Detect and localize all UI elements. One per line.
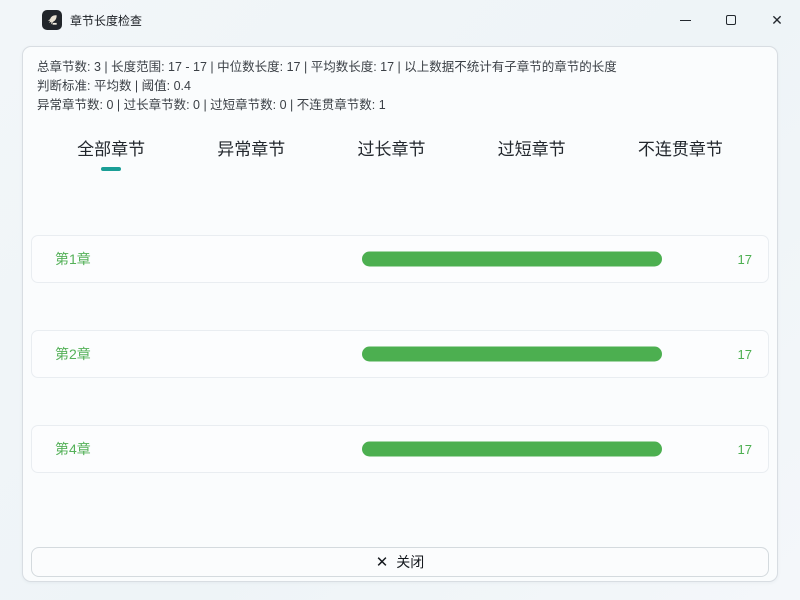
- chapter-name: 第4章: [55, 439, 91, 459]
- main-panel: 总章节数: 3 | 长度范围: 17 - 17 | 中位数长度: 17 | 平均…: [22, 46, 778, 582]
- window-title: 章节长度检查: [70, 12, 142, 29]
- tab-label: 不连贯章节: [638, 140, 723, 159]
- chapter-length-value: 17: [738, 252, 752, 267]
- tab-too-short-chapters[interactable]: 过短章节: [498, 131, 566, 171]
- chapter-name: 第2章: [55, 344, 91, 364]
- tab-too-long-chapters[interactable]: 过长章节: [357, 131, 425, 171]
- maximize-icon: [726, 15, 736, 25]
- length-bar-track: [362, 442, 662, 457]
- length-bar: [362, 252, 662, 267]
- titlebar: 章节长度检查 ✕: [0, 0, 800, 40]
- close-x-icon: ✕: [376, 555, 389, 570]
- chapter-row-1[interactable]: 第1章 17: [31, 235, 769, 283]
- chapter-length-value: 17: [738, 442, 752, 457]
- close-window-button[interactable]: ✕: [754, 0, 800, 40]
- tab-label: 全部章节: [77, 140, 145, 159]
- stats-line-totals: 总章节数: 3 | 长度范围: 17 - 17 | 中位数长度: 17 | 平均…: [37, 58, 763, 77]
- minimize-icon: [680, 20, 691, 21]
- tab-label: 异常章节: [217, 140, 285, 159]
- chapter-list: 第1章 17 第2章 17 第4章 17: [31, 235, 769, 473]
- tab-incoherent-chapters[interactable]: 不连贯章节: [638, 131, 723, 171]
- close-dialog-button[interactable]: ✕ 关闭: [31, 547, 769, 577]
- chapter-row-2[interactable]: 第2章 17: [31, 330, 769, 378]
- length-bar-track: [362, 347, 662, 362]
- app-icon: [42, 10, 62, 30]
- stats-line-criteria: 判断标准: 平均数 | 阈值: 0.4: [37, 77, 763, 96]
- bird-icon: [45, 13, 59, 27]
- length-bar: [362, 347, 662, 362]
- tab-all-chapters[interactable]: 全部章节: [77, 131, 145, 171]
- active-tab-indicator: [101, 167, 121, 171]
- stats-line-anomalies: 异常章节数: 0 | 过长章节数: 0 | 过短章节数: 0 | 不连贯章节数:…: [37, 96, 763, 115]
- chapter-length-value: 17: [738, 347, 752, 362]
- stats-summary: 总章节数: 3 | 长度范围: 17 - 17 | 中位数长度: 17 | 平均…: [23, 47, 777, 115]
- close-button-label: 关闭: [396, 552, 424, 572]
- window-controls: ✕: [662, 0, 800, 40]
- tab-abnormal-chapters[interactable]: 异常章节: [217, 131, 285, 171]
- close-icon: ✕: [771, 13, 783, 27]
- chapter-name: 第1章: [55, 249, 91, 269]
- tab-label: 过短章节: [498, 140, 566, 159]
- minimize-button[interactable]: [662, 0, 708, 40]
- length-bar: [362, 442, 662, 457]
- chapter-row-3[interactable]: 第4章 17: [31, 425, 769, 473]
- tab-label: 过长章节: [357, 140, 425, 159]
- maximize-button[interactable]: [708, 0, 754, 40]
- length-bar-track: [362, 252, 662, 267]
- tab-bar: 全部章节 异常章节 过长章节 过短章节 不连贯章节: [23, 131, 777, 173]
